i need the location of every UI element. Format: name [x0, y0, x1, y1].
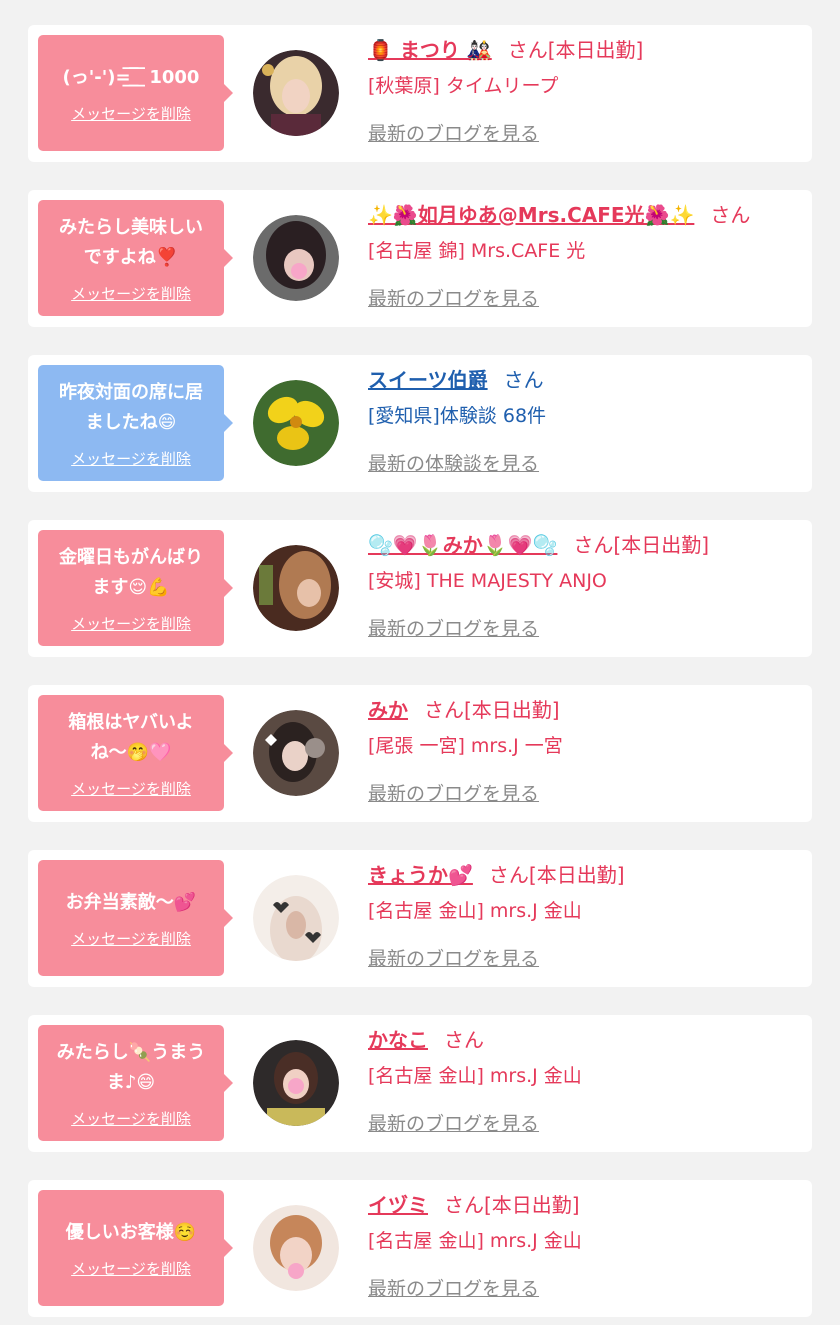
avatar[interactable]: [253, 545, 339, 631]
message-text: 昨夜対面の席に居 ましたね😄: [59, 381, 203, 433]
view-blog-link[interactable]: 最新のブログを見る: [368, 284, 539, 311]
cast-name-link[interactable]: きょうか💕: [368, 863, 473, 887]
message-text: みたらし美味しい ですよね❣️: [59, 216, 203, 268]
avatar[interactable]: [253, 50, 339, 136]
honorific-status: さん[本日出勤]: [507, 38, 644, 62]
list-item: 金曜日もがんばり ます😌💪 メッセージを削除 🫧💗🌷みか🌷💗🫧 さん[本日出勤] …: [28, 520, 812, 657]
view-blog-link[interactable]: 最新のブログを見る: [368, 1109, 539, 1136]
view-blog-link[interactable]: 最新のブログを見る: [368, 119, 539, 146]
message-bubble: 箱根はヤバいよ ね〜🤭🩷 メッセージを削除: [38, 695, 233, 811]
honorific-status: さん: [710, 203, 751, 227]
shop-label: [名古屋 錦] Mrs.CAFE 光: [368, 240, 586, 262]
cast-name-link[interactable]: 🫧💗🌷みか🌷💗🫧: [368, 533, 557, 557]
avatar[interactable]: [253, 380, 339, 466]
message-text: みたらし🍡うまう ま♪😄: [56, 1041, 206, 1093]
message-bubble: みたらし🍡うまう ま♪😄 メッセージを削除: [38, 1025, 233, 1141]
view-reviews-link[interactable]: 最新の体験談を見る: [368, 449, 539, 476]
message-bubble: 優しいお客様☺️ メッセージを削除: [38, 1190, 233, 1306]
avatar[interactable]: [253, 1205, 339, 1291]
honorific-status: さん[本日出勤]: [488, 863, 625, 887]
item-info: 🫧💗🌷みか🌷💗🫧 さん[本日出勤] [安城] THE MAJESTY ANJO 最…: [368, 530, 802, 641]
shop-label: [秋葉原] タイムリープ: [368, 75, 559, 97]
item-info: きょうか💕 さん[本日出勤] [名古屋 金山] mrs.J 金山 最新のブログを見…: [368, 860, 802, 971]
message-bubble: 金曜日もがんばり ます😌💪 メッセージを削除: [38, 530, 233, 646]
item-info: ✨🌺如月ゆあ@Mrs.CAFE光🌺✨ さん [名古屋 錦] Mrs.CAFE 光 …: [368, 200, 802, 311]
delete-message-link[interactable]: メッセージを削除: [71, 778, 191, 799]
avatar[interactable]: [253, 1040, 339, 1126]
item-info: スイーツ伯爵 さん [愛知県]体験談 68件 最新の体験談を見る: [368, 365, 802, 476]
cast-name-link[interactable]: 🏮 まつり 🎎: [368, 38, 492, 62]
avatar[interactable]: [253, 710, 339, 796]
delete-message-link[interactable]: メッセージを削除: [71, 283, 191, 304]
message-text: 金曜日もがんばり ます😌💪: [59, 546, 203, 598]
avatar[interactable]: [253, 875, 339, 961]
item-info: イヅミ さん[本日出勤] [名古屋 金山] mrs.J 金山 最新のブログを見る: [368, 1190, 802, 1301]
shop-label: [名古屋 金山] mrs.J 金山: [368, 1230, 582, 1252]
list-item: 優しいお客様☺️ メッセージを削除 イヅミ さん[本日出勤] [名古屋 金山] m…: [28, 1180, 812, 1317]
delete-message-link[interactable]: メッセージを削除: [71, 1108, 191, 1129]
delete-message-link[interactable]: メッセージを削除: [71, 448, 191, 469]
delete-message-link[interactable]: メッセージを削除: [71, 103, 191, 124]
cast-name-link[interactable]: ✨🌺如月ゆあ@Mrs.CAFE光🌺✨: [368, 203, 694, 227]
list-item: 昨夜対面の席に居 ましたね😄 メッセージを削除 スイーツ伯爵 さん [愛知県]体験…: [28, 355, 812, 492]
delete-message-link[interactable]: メッセージを削除: [71, 613, 191, 634]
delete-message-link[interactable]: メッセージを削除: [71, 1258, 191, 1279]
message-bubble: 昨夜対面の席に居 ましたね😄 メッセージを削除: [38, 365, 233, 481]
list-item: (っ'-')=͟͟͞͞ ͟͟͞͞ ︎ 1000 メッセージを削除 🏮 まつり 🎎…: [28, 25, 812, 162]
honorific-status: さん: [444, 1028, 484, 1052]
shop-label: [安城] THE MAJESTY ANJO: [368, 570, 607, 592]
message-text: 箱根はヤバいよ ね〜🤭🩷: [68, 711, 194, 763]
shop-label: [名古屋 金山] mrs.J 金山: [368, 1065, 582, 1087]
message-bubble: みたらし美味しい ですよね❣️ メッセージを削除: [38, 200, 233, 316]
view-blog-link[interactable]: 最新のブログを見る: [368, 1274, 539, 1301]
item-info: かなこ さん [名古屋 金山] mrs.J 金山 最新のブログを見る: [368, 1025, 802, 1136]
honorific-status: さん: [503, 368, 544, 392]
honorific-status: さん[本日出勤]: [424, 698, 560, 722]
review-count-label: [愛知県]体験談 68件: [368, 405, 547, 427]
message-list: (っ'-')=͟͟͞͞ ͟͟͞͞ ︎ 1000 メッセージを削除 🏮 まつり 🎎…: [0, 0, 840, 1317]
cast-name-link[interactable]: かなこ: [368, 1028, 428, 1052]
avatar[interactable]: [253, 215, 339, 301]
message-text: お弁当素敵〜💕: [65, 891, 197, 913]
reviewer-name-link[interactable]: スイーツ伯爵: [368, 368, 488, 392]
list-item: みたらし美味しい ですよね❣️ メッセージを削除 ✨🌺如月ゆあ@Mrs.CAFE…: [28, 190, 812, 327]
view-blog-link[interactable]: 最新のブログを見る: [368, 779, 539, 806]
cast-name-link[interactable]: イヅミ: [368, 1193, 428, 1217]
message-bubble: お弁当素敵〜💕 メッセージを削除: [38, 860, 233, 976]
item-info: 🏮 まつり 🎎 さん[本日出勤] [秋葉原] タイムリープ 最新のブログを見る: [368, 35, 802, 146]
list-item: お弁当素敵〜💕 メッセージを削除 きょうか💕 さん[本日出勤] [名古屋 金山] …: [28, 850, 812, 987]
honorific-status: さん[本日出勤]: [444, 1193, 580, 1217]
list-item: みたらし🍡うまう ま♪😄 メッセージを削除 かなこ さん [名古屋 金山] mrs…: [28, 1015, 812, 1152]
message-text: (っ'-')=͟͟͞͞ ͟͟͞͞ ︎ 1000: [62, 66, 200, 88]
item-info: みか さん[本日出勤] [尾張 一宮] mrs.J 一宮 最新のブログを見る: [368, 695, 802, 806]
shop-label: [名古屋 金山] mrs.J 金山: [368, 900, 582, 922]
message-bubble: (っ'-')=͟͟͞͞ ͟͟͞͞ ︎ 1000 メッセージを削除: [38, 35, 233, 151]
view-blog-link[interactable]: 最新のブログを見る: [368, 614, 539, 641]
delete-message-link[interactable]: メッセージを削除: [71, 928, 191, 949]
honorific-status: さん[本日出勤]: [573, 533, 710, 557]
message-text: 優しいお客様☺️: [65, 1221, 197, 1243]
cast-name-link[interactable]: みか: [368, 698, 408, 722]
shop-label: [尾張 一宮] mrs.J 一宮: [368, 735, 563, 757]
list-item: 箱根はヤバいよ ね〜🤭🩷 メッセージを削除 みか さん[本日出勤] [尾張 一宮]…: [28, 685, 812, 822]
view-blog-link[interactable]: 最新のブログを見る: [368, 944, 539, 971]
